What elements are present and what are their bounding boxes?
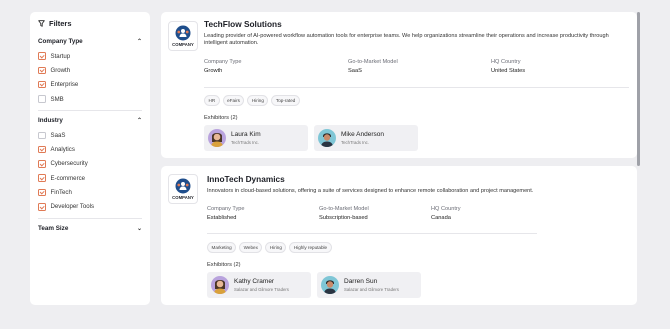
checkbox[interactable] [38,95,46,103]
meta-label: Go-to-Market Model [319,206,369,212]
meta-value: Canada [431,215,451,221]
filter-option-enterprise[interactable]: Enterprise [38,78,142,92]
filter-option-startup[interactable]: Startup [38,49,142,63]
meta-value: Established [207,215,237,221]
avatar [318,129,336,147]
exhibitor-card[interactable]: Darren Sun Salazar and Gilmore Traders [317,272,421,298]
checkbox[interactable] [38,174,46,182]
exhibitor-company: TechTrads Inc. [341,140,370,145]
divider [38,217,142,219]
filters-header: Filters [38,19,142,28]
chevron-up-icon[interactable]: ⌃ [137,117,142,124]
meta-label: Go-to-Market Model [348,59,398,65]
company-card[interactable]: COMPANY TechFlow Solutions Leading provi… [161,12,637,158]
tag[interactable]: Highly reputable [289,242,332,253]
filters-title: Filters [49,19,72,28]
divider [38,110,142,112]
exhibitor-card[interactable]: Kathy Cramer Salazar and Gilmore Traders [207,272,311,298]
filter-option-growth[interactable]: Growth [38,63,142,77]
checkbox[interactable] [38,66,46,75]
filter-option-saas[interactable]: SaaS [38,128,142,142]
filter-option-e-commerce[interactable]: E-commerce [38,171,142,185]
tag-list: Marketing Webex Hiring Highly reputable [207,242,332,253]
filter-option-cybersecurity[interactable]: Cybersecurity [38,157,142,171]
filter-section-industry: Industry ⌃ SaaS Analytics Cybersecurity E… [38,117,142,214]
tag[interactable]: eFairs [222,95,245,106]
checkbox[interactable] [38,160,46,168]
meta-value: Subscription-based [319,215,368,221]
company-description: Innovators in cloud-based solutions, off… [207,188,534,194]
exhibitor-company: Salazar and Gilmore Traders [344,287,399,292]
chevron-up-icon[interactable]: ⌃ [137,38,142,45]
company-name[interactable]: TechFlow Solutions [204,19,282,29]
exhibitor-card[interactable]: Mike Anderson TechTrads Inc. [314,125,418,151]
checkbox[interactable] [38,80,46,89]
meta-value: United States [491,68,526,74]
people-icon [175,25,191,41]
tag[interactable]: Hiring [265,242,287,253]
company-logo: COMPANY [168,174,198,204]
tag[interactable]: Top-rated [271,95,300,106]
filter-option-fintech[interactable]: FinTech [38,185,142,199]
exhibitors-label: Exhibitors (2) [204,115,238,121]
people-icon [175,178,191,194]
tag-list: HR eFairs Hiring Top-rated [204,95,300,106]
filter-option-smb[interactable]: SMB [38,92,142,106]
tag[interactable]: Hiring [247,95,269,106]
meta-value: SaaS [348,68,362,74]
exhibitors-label: Exhibitors (2) [207,262,241,268]
company-card[interactable]: COMPANY InnoTech Dynamics Innovators in … [161,166,637,305]
checkbox[interactable] [38,145,46,154]
tag[interactable]: HR [204,95,220,106]
scrollbar-thumb[interactable] [637,12,640,166]
meta-label: HQ Country [431,206,461,212]
company-description: Leading provider of AI-powered workflow … [204,33,609,47]
filter-section-header[interactable]: Industry ⌃ [38,117,142,124]
exhibitor-card[interactable]: Laura Kim TechTrads Inc. [204,125,308,151]
checkbox[interactable] [38,203,46,211]
filter-section-team-size[interactable]: Team Size ⌄ [38,225,142,232]
meta-label: Company Type [204,59,242,65]
divider [207,233,537,234]
company-logo: COMPANY [168,21,198,51]
exhibitor-name: Darren Sun [344,278,378,285]
divider [204,87,629,88]
filter-option-analytics[interactable]: Analytics [38,142,142,156]
checkbox[interactable] [38,131,46,140]
exhibitor-name: Kathy Cramer [234,278,275,285]
filter-section-company-type: Company Type ⌃ Startup Growth Enterprise … [38,38,142,106]
filter-option-developer-tools[interactable]: Developer Tools [38,200,142,214]
meta-value: Growth [204,68,223,74]
avatar [321,276,339,294]
avatar [211,276,229,294]
filters-sidebar: Filters Company Type ⌃ Startup Growth Ent… [30,12,150,305]
tag[interactable]: Marketing [207,242,237,253]
filter-icon [38,20,45,27]
meta-label: HQ Country [491,59,521,65]
filter-section-header[interactable]: Company Type ⌃ [38,38,142,45]
meta-label: Company Type [207,206,245,212]
exhibitor-company: Salazar and Gilmore Traders [234,287,289,292]
exhibitor-name: Laura Kim [231,131,261,138]
logo-text: COMPANY [172,42,194,47]
exhibitor-name: Mike Anderson [341,131,384,138]
checkbox[interactable] [38,52,46,60]
tag[interactable]: Webex [239,242,263,253]
checkbox[interactable] [38,188,46,197]
chevron-down-icon[interactable]: ⌄ [137,225,142,232]
logo-text: COMPANY [172,195,194,200]
avatar [208,129,226,147]
exhibitor-company: TechTrads Inc. [231,140,260,145]
company-name[interactable]: InnoTech Dynamics [207,174,285,184]
